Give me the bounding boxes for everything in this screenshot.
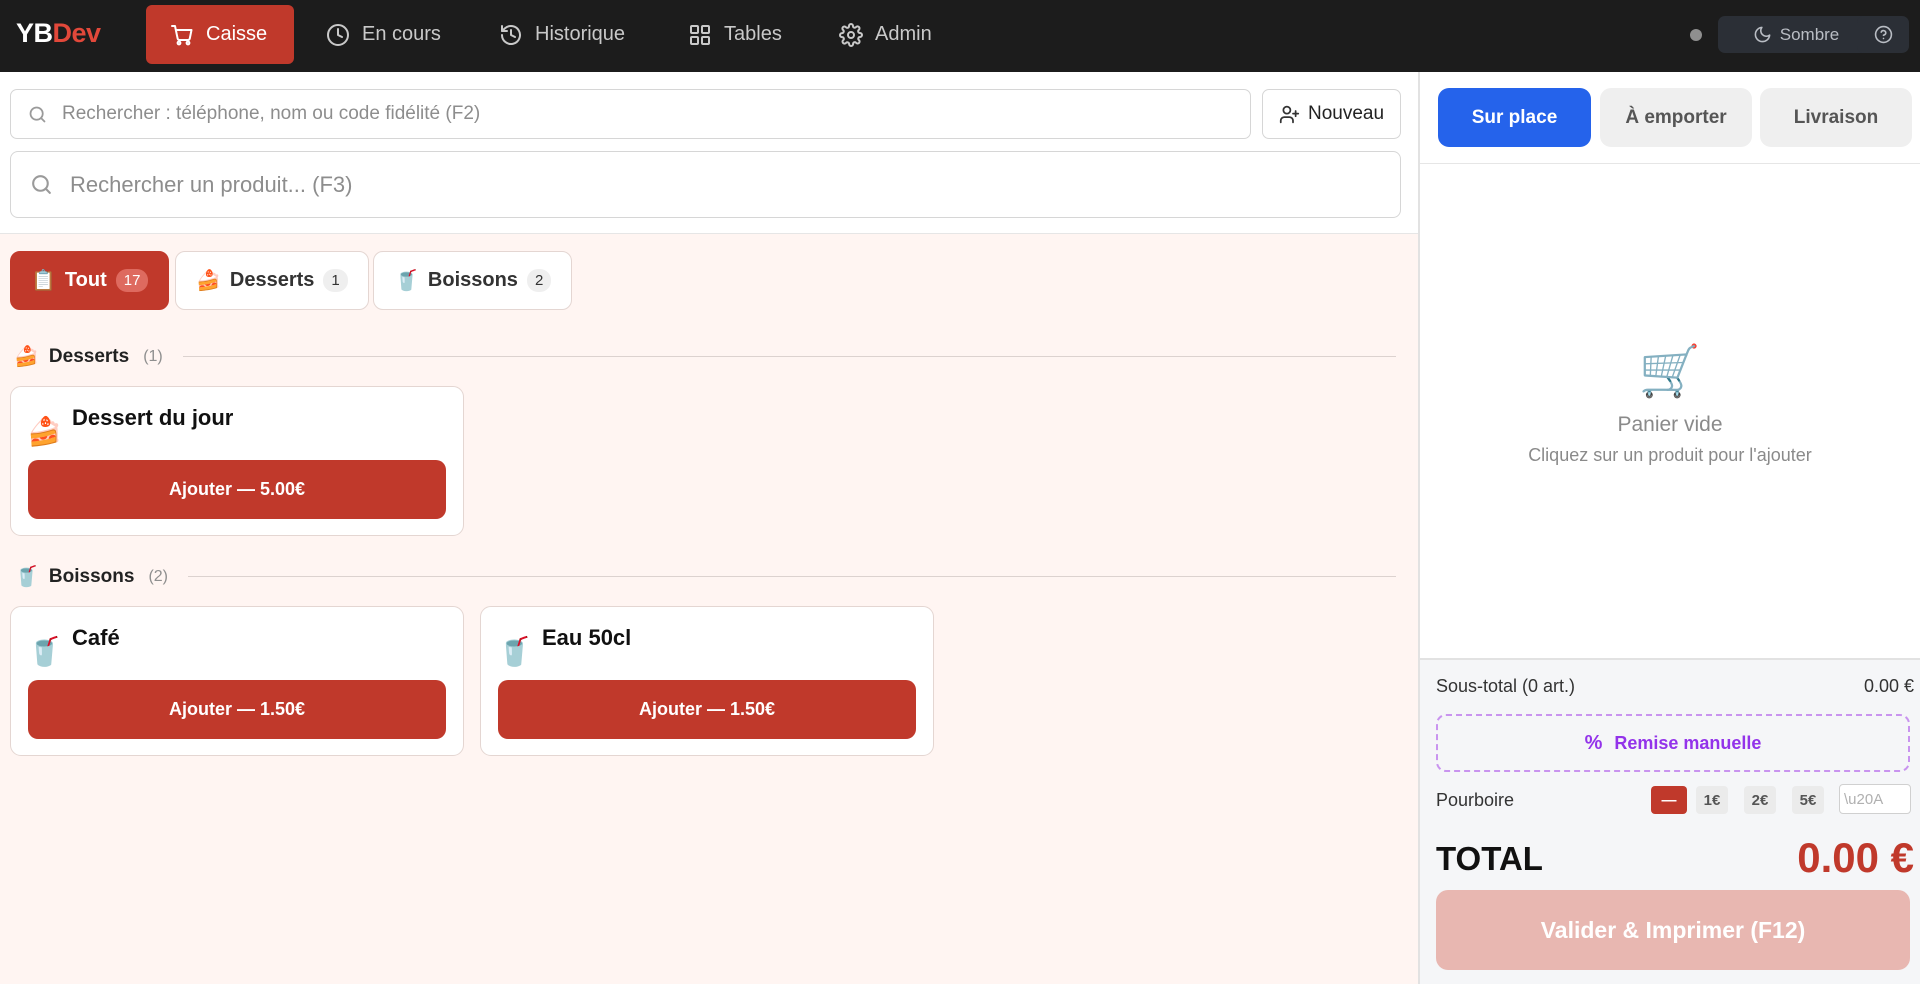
add-to-cart-button[interactable]: Ajouter — 1.50€ [498,680,916,739]
nav-admin-label: Admin [875,23,932,45]
theme-toggle-label: Sombre [1779,24,1840,44]
history-icon [501,24,521,45]
theme-toggle-button[interactable]: Sombre [1718,16,1874,53]
product-card-eau[interactable]: 🥤 Eau 50cl Ajouter — 1.50€ [480,606,934,756]
tip-option-5[interactable]: 5€ [1792,786,1824,814]
total-label: TOTAL [1436,840,1543,877]
order-mode-selector: Sur place À emporter Livraison [1420,72,1920,164]
cake-icon: 🍰 [14,346,39,368]
tab-boissons-count: 2 [526,269,552,292]
tab-desserts[interactable]: 🍰 Desserts 1 [175,251,369,310]
nav-caisse-label: Caisse [206,23,268,45]
tip-option-2[interactable]: 2€ [1744,786,1776,814]
cake-icon: 🍰 [196,270,221,292]
section-header-desserts: 🍰 Desserts (1) [14,344,1396,369]
order-summary: Sous-total (0 art.) 0.00 € % Remise manu… [1420,658,1920,984]
brand-part1: YB [16,18,53,48]
help-button[interactable] [1857,16,1909,53]
product-name: Eau 50cl [542,625,632,650]
tab-tout-label: Tout [64,269,107,291]
drink-icon: 🥤 [497,636,532,667]
mode-livraison[interactable]: Livraison [1760,88,1912,147]
help-icon [1874,25,1892,44]
section-divider [188,576,1396,577]
new-customer-button[interactable]: Nouveau [1262,89,1401,139]
search-icon [29,106,46,122]
nav-tables-label: Tables [724,23,782,45]
section-title: Boissons [48,565,135,587]
nav-admin[interactable]: Admin [815,5,956,64]
tab-boissons-label: Boissons [427,269,518,291]
customer-search-input[interactable] [62,103,1242,125]
product-name: Dessert du jour [72,405,234,430]
add-to-cart-button[interactable]: Ajouter — 5.00€ [28,460,446,519]
connection-status-dot [1690,29,1702,41]
product-name: Café [72,625,120,650]
clipboard-icon: 📋 [31,270,56,292]
tab-desserts-label: Desserts [229,269,315,291]
tip-custom-input[interactable] [1839,784,1911,814]
search-icon [32,175,51,194]
manual-discount-label: Remise manuelle [1614,732,1762,753]
nav-caisse[interactable]: Caisse [146,5,294,64]
search-area: Nouveau [0,72,1418,234]
nav-en-cours[interactable]: En cours [302,5,465,64]
total-value: 0.00 € [1797,834,1914,881]
cart-icon [171,24,193,45]
product-card-cafe[interactable]: 🥤 Café Ajouter — 1.50€ [10,606,464,756]
drink-icon: 🥤 [394,270,419,292]
grid-icon [690,24,710,45]
tab-boissons[interactable]: 🥤 Boissons 2 [373,251,573,310]
nav-tables[interactable]: Tables [664,5,806,64]
moon-icon [1754,26,1771,43]
tab-tout-count: 17 [115,269,149,292]
section-header-boissons: 🥤 Boissons (2) [14,564,1396,589]
subtotal-value: 0.00 € [1863,676,1914,696]
brand-logo[interactable]: YBDev [16,18,101,49]
top-bar: YBDev Caisse En cours Historique Tables … [0,0,1920,72]
tab-tout[interactable]: 📋 Tout 17 [10,251,170,310]
product-search-box[interactable] [10,151,1401,218]
user-plus-icon [1279,105,1300,123]
clock-icon [327,23,349,46]
section-count: (2) [148,567,168,585]
subtotal-label: Sous-total (0 art.) [1436,676,1576,696]
drink-icon: 🥤 [27,636,62,667]
percent-icon: % [1584,731,1603,754]
tip-option-1[interactable]: 1€ [1696,786,1728,814]
customer-search-box[interactable] [10,89,1251,139]
nav-en-cours-label: En cours [362,23,441,45]
add-to-cart-button[interactable]: Ajouter — 1.50€ [28,680,446,739]
section-divider [182,356,1396,357]
product-search-input[interactable] [70,171,1370,198]
empty-cart: 🛒 Panier vide Cliquez sur un produit pou… [1420,342,1920,466]
cart-panel: Sur place À emporter Livraison 🛒 Panier … [1418,72,1920,984]
nav-historique-label: Historique [535,23,626,45]
new-customer-label: Nouveau [1307,103,1385,124]
section-title: Desserts [48,345,130,367]
product-card-dessert-du-jour[interactable]: 🍰 Dessert du jour Ajouter — 5.00€ [10,386,464,536]
drink-icon: 🥤 [14,566,39,588]
shopping-cart-icon: 🛒 [1638,343,1702,399]
brand-part2: Dev [52,18,102,48]
cake-icon: 🍰 [27,416,62,447]
tab-desserts-count: 1 [323,269,348,292]
tip-option-none[interactable]: — [1651,786,1687,814]
tip-label: Pourboire [1436,790,1515,810]
gear-icon [839,22,863,47]
empty-cart-title: Panier vide [1617,413,1723,436]
mode-a-emporter[interactable]: À emporter [1600,88,1752,147]
nav-historique[interactable]: Historique [475,5,649,64]
manual-discount-button[interactable]: % Remise manuelle [1436,714,1910,772]
section-count: (1) [143,347,163,365]
mode-sur-place[interactable]: Sur place [1438,88,1591,147]
validate-print-button[interactable]: Valider & Imprimer (F12) [1436,890,1910,970]
empty-cart-hint: Cliquez sur un produit pour l'ajouter [1528,445,1812,465]
